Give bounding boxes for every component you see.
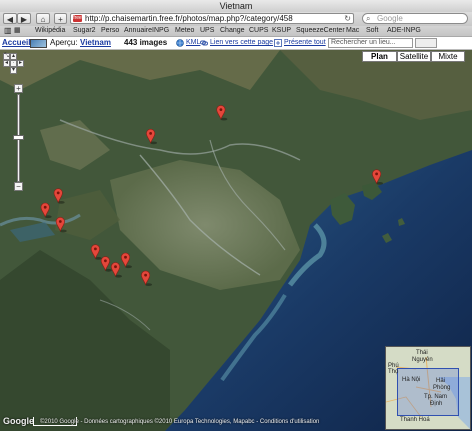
overview-label: Hải (436, 378, 446, 384)
overview-label: Thọ (388, 369, 399, 375)
bookmarks-apps-icon[interactable]: ▦ (14, 26, 21, 36)
bookmark-item[interactable]: Wikipédia (35, 26, 65, 36)
overview-label: Tp. Nam (424, 394, 448, 400)
bookmark-item[interactable]: Change (220, 26, 245, 36)
map-attribution[interactable]: ©2010 Google - Données cartographiques ©… (40, 419, 319, 425)
bookmark-item[interactable]: Sugar2 (73, 26, 96, 36)
overview-label: Hà Nội (402, 377, 421, 383)
photo-marker[interactable] (120, 252, 132, 269)
photo-marker[interactable] (90, 244, 102, 260)
photo-marker[interactable] (110, 262, 122, 278)
photo-marker[interactable] (40, 202, 52, 219)
link-icon (200, 39, 208, 47)
present-all-link[interactable]: Présente tout (284, 37, 326, 49)
bookmark-item[interactable]: CUPS (249, 26, 268, 36)
photo-marker[interactable] (55, 217, 67, 233)
search-icon: ⌕ (366, 14, 371, 23)
forward-button[interactable]: ▶ (17, 13, 31, 24)
search-placeholder: Google (377, 14, 403, 23)
overview-label: Định (430, 401, 443, 407)
zoom-in-button[interactable]: + (14, 84, 23, 93)
overview-label: Thanh Hoá (400, 417, 430, 423)
photo-marker[interactable] (372, 169, 384, 185)
map-type-satellite[interactable]: Satellite (397, 51, 431, 62)
overview-label: Thái (416, 350, 428, 356)
bookmarks-icon[interactable]: ▥ (4, 26, 12, 36)
pan-center-icon[interactable]: · (10, 60, 17, 67)
bookmark-item[interactable]: Perso (101, 26, 119, 36)
pan-down-icon[interactable]: ▾ (10, 67, 17, 74)
bookmark-item[interactable]: Mac (346, 26, 359, 36)
map-view[interactable]: Plan Satellite Mixte ⤡ ▴ ◂ · ▸ ▾ + − Thá… (0, 50, 472, 431)
pan-left-icon[interactable]: ◂ (3, 60, 10, 67)
photo-marker[interactable] (216, 105, 228, 121)
google-logo: Google (3, 416, 34, 426)
map-type-plan[interactable]: Plan (362, 51, 397, 62)
home-link[interactable]: Accueil (2, 37, 30, 49)
place-search-input[interactable]: Rechercher un lieu... (328, 38, 413, 48)
pan-control: ⤡ ▴ ◂ · ▸ ▾ (3, 53, 25, 75)
pan-zoom-out-icon[interactable]: ⤡ (3, 53, 10, 60)
present-all-icon (274, 39, 282, 47)
bookmark-item[interactable]: ADE-INPG (387, 26, 421, 36)
bookmark-item[interactable]: UPS (200, 26, 214, 36)
zoom-out-button[interactable]: − (14, 182, 23, 191)
category-thumbnail[interactable] (30, 39, 47, 48)
image-count: 443 images (124, 38, 168, 47)
overview-viewport[interactable] (397, 368, 459, 416)
kml-link[interactable]: KML (186, 37, 200, 49)
home-button[interactable]: ⌂ (36, 13, 50, 24)
apercu-label: Aperçu: (50, 38, 78, 47)
bookmark-item[interactable]: Soft (366, 26, 378, 36)
place-search-placeholder: Rechercher un lieu... (331, 39, 396, 46)
category-link[interactable]: Vietnam (80, 37, 111, 49)
place-search-button[interactable] (415, 38, 437, 48)
overview-map[interactable]: Thái Nguyên Phú Thọ Hà Nội Hải Phòng Tp.… (385, 346, 471, 430)
photo-marker[interactable] (141, 270, 153, 286)
add-bookmark-button[interactable]: + (54, 13, 67, 24)
photo-marker[interactable] (53, 188, 65, 204)
bookmark-item[interactable]: SqueezeCenter (296, 26, 345, 36)
address-bar[interactable]: free http://p.chaisemartin.free.fr/photo… (70, 13, 354, 24)
bookmark-item[interactable]: AnnuaireINPG (124, 26, 169, 36)
zoom-slider-handle[interactable] (13, 135, 24, 140)
reload-icon[interactable]: ↻ (344, 14, 351, 23)
search-input[interactable]: ⌕ Google (362, 13, 468, 24)
overview-label: Phòng (433, 385, 451, 391)
browser-toolbar: ◀ ▶ ⌂ + free http://p.chaisemartin.free.… (0, 12, 472, 26)
kml-icon (176, 39, 184, 47)
page-link[interactable]: Lien vers cette page (210, 37, 273, 49)
map-type-mixte[interactable]: Mixte (431, 51, 465, 62)
url-text: http://p.chaisemartin.free.fr/photos/map… (85, 14, 293, 23)
pan-right-icon[interactable]: ▸ (17, 60, 24, 67)
overview-label: Nguyên (412, 357, 433, 363)
photo-marker[interactable] (146, 128, 158, 145)
bookmark-item[interactable]: KSUP (272, 26, 291, 36)
bookmarks-bar: ▥ ▦ Wikipédia Sugar2 Perso AnnuaireINPG … (0, 26, 472, 37)
back-button[interactable]: ◀ (3, 13, 17, 24)
site-favicon-icon: free (73, 15, 82, 22)
page-header: Accueil Aperçu: Vietnam 443 images KML L… (0, 37, 472, 50)
photo-marker[interactable] (100, 256, 112, 272)
bookmark-item[interactable]: Meteo (175, 26, 194, 36)
pan-up-icon[interactable]: ▴ (10, 53, 17, 60)
